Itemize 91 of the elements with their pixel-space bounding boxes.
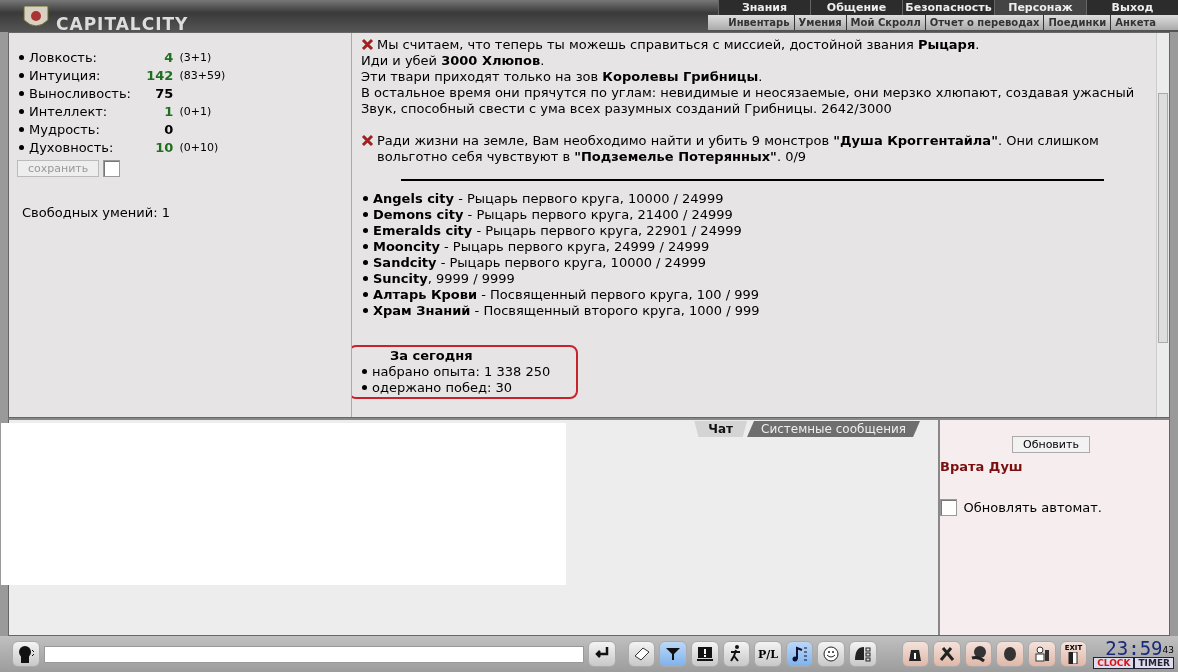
cross-icon (361, 134, 374, 147)
submenu-link[interactable]: Отчет о переводах (924, 15, 1044, 30)
stat-value: 75 (154, 85, 174, 104)
door-icon (1067, 651, 1080, 664)
cross-icon (361, 38, 374, 51)
bullet-icon (19, 126, 24, 132)
toolbar-button[interactable] (817, 641, 845, 667)
bullet-icon (363, 243, 368, 249)
checkbox-label: Обновлять автомат. (963, 499, 1102, 517)
quest-text: В остальное время они прячутся по углам: невидимые и неосязаемые, они мерзко хлюпают, создавая ужасный Звук, способный свести с ума всех разумных созданий Грибницы. 2642/3000 (361, 85, 1135, 116)
stat-name: Мудрость: (29, 121, 101, 140)
bullet-icon (19, 72, 24, 78)
exclamation-screen-icon (694, 644, 715, 664)
checkbox[interactable] (940, 499, 957, 517)
quest-text: Иди и убей 3000 Хлюпов. (361, 53, 545, 68)
city-progress-item: Angels city - Рыцарь первого круга, 10000 / 24999 (373, 191, 724, 207)
bullet-icon (363, 259, 368, 265)
city-progress-item: Emeralds city - Рыцарь первого круга, 22901 / 24999 (373, 223, 742, 239)
city-progress-item: Sandcity - Рыцарь первого круга, 10000 / 24999 (373, 255, 706, 271)
action-button[interactable] (933, 641, 961, 667)
toolbar-button[interactable] (785, 641, 814, 667)
toolbar-button[interactable]: P/L (754, 641, 782, 667)
refresh-button[interactable]: Обновить (1012, 436, 1090, 453)
bullet-icon (363, 195, 368, 201)
bullet-icon (19, 144, 24, 150)
stat-value: 4 (163, 49, 174, 68)
submenu-link[interactable]: Анкета (1110, 15, 1160, 30)
quest-text: Эти твари приходят только на зов Королевы Грибницы. (361, 69, 763, 84)
bullet-icon (363, 275, 368, 281)
stat-bonus: (0+10) (179, 139, 220, 156)
stat-value: 1 (163, 103, 174, 122)
clock-seconds: 43 (1162, 644, 1174, 657)
submenu-link[interactable]: Поединки (1043, 15, 1111, 30)
bullet-icon (19, 108, 24, 114)
today-stat: одержано побед: 30 (372, 380, 512, 396)
clock-time: 23:59 (1105, 639, 1163, 657)
city-progress-item: Храм Знаний - Посвященный второго круга, 1000 / 999 (373, 303, 760, 319)
stat-value: 0 (163, 121, 174, 140)
stat-bonus: (0+1) (179, 103, 213, 120)
bullet-icon (19, 54, 24, 60)
free-skills-text: Свободных умений: 1 (22, 204, 171, 223)
scrollbar-thumb[interactable] (1158, 93, 1168, 343)
city-progress-item: Demons city - Рыцарь первого круга, 21400 / 24999 (373, 207, 733, 223)
action-button[interactable] (964, 641, 993, 667)
today-stat: набрано опыта: 1 338 250 (372, 364, 551, 380)
smiley-icon (821, 644, 842, 664)
chat-tab[interactable]: Чат (694, 421, 748, 437)
quest-text: Мы считаем, что теперь ты можешь справиться с миссией, достойной звания Рыцаря. (377, 37, 980, 53)
bullet-icon (363, 307, 368, 313)
stat-name: Духовность: (29, 139, 115, 158)
quest-text: Ради жизни на земле, Вам необходимо найти и убить 9 монстров "Душа Кроггентайла". Они слишком вольготно себя чувствуют в "Подземелье Потерянных". 0/9 (377, 133, 1100, 165)
stat-name: Интеллект: (29, 103, 109, 122)
city-progress-item: Suncity, 9999 / 9999 (373, 271, 515, 287)
toolbar-button[interactable] (691, 641, 719, 667)
stat-value: 142 (145, 67, 174, 86)
stat-name: Ловкость: (29, 49, 98, 68)
bullet-icon (363, 291, 368, 297)
city-progress-item: Алтарь Крови - Посвященный первого круга, 100 / 999 (373, 287, 759, 303)
stat-value: 10 (154, 139, 174, 158)
submenu-link[interactable]: Мой Скролл (845, 15, 925, 30)
toolbar-button[interactable] (659, 641, 687, 667)
location-name: Врата Душ (940, 457, 1024, 476)
stat-name: Выносливость: (29, 85, 132, 104)
scrollbar[interactable] (1156, 33, 1169, 417)
toolbar-button[interactable] (722, 641, 751, 667)
menu-tab[interactable]: Персонаж (994, 0, 1086, 15)
toolbar-button[interactable] (588, 641, 616, 667)
clock-mode-tab[interactable]: TIMER (1134, 657, 1174, 669)
action-button[interactable] (1028, 641, 1056, 667)
speaker-button[interactable] (12, 641, 40, 667)
toolbar-button[interactable] (849, 641, 877, 667)
stat-bonus: (3+1) (179, 49, 213, 66)
stat-bonus: (83+59) (179, 67, 227, 84)
action-button[interactable] (901, 641, 930, 667)
bullet-icon (363, 227, 368, 233)
clock-mode-tab[interactable]: CLOCK (1093, 657, 1135, 669)
city-progress-item: Mooncity - Рыцарь первого круга, 24999 / 24999 (373, 239, 710, 255)
toolbar-button[interactable] (627, 641, 656, 667)
action-button[interactable] (996, 641, 1024, 667)
submenu-link[interactable]: Инвентарь (724, 15, 794, 30)
chat-input-field[interactable] (43, 645, 585, 663)
bullet-icon (19, 90, 24, 96)
submenu-link[interactable]: Умения (793, 15, 846, 30)
site-logo[interactable]: CAPITALCITY (0, 0, 189, 32)
checkbox[interactable] (102, 160, 120, 178)
bullet-icon (362, 384, 367, 390)
bullet-icon (363, 211, 368, 217)
today-title: За сегодня (389, 348, 474, 364)
bullet-icon (362, 368, 367, 374)
chat-tab[interactable]: Системные сообщения (747, 421, 920, 437)
stat-name: Интуиция: (29, 67, 102, 86)
